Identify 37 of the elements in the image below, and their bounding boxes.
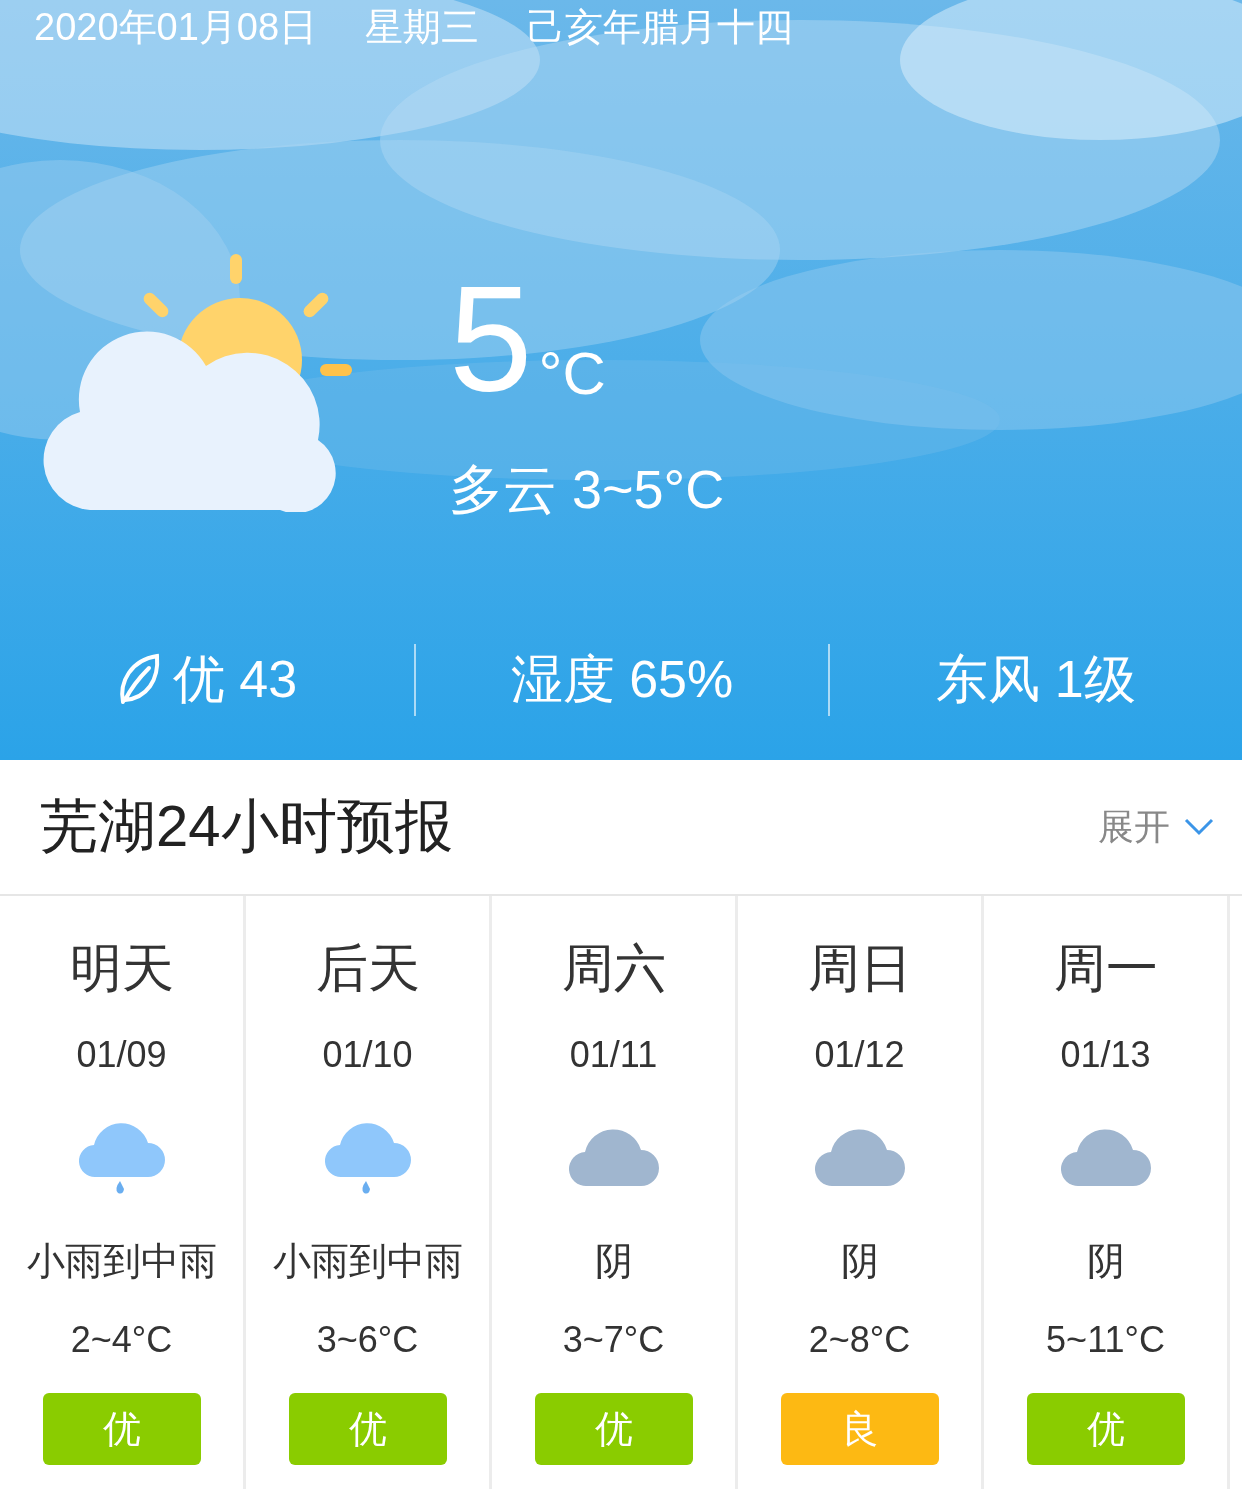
- day-label: 周六: [561, 938, 666, 998]
- day-date: 01/12: [814, 1034, 905, 1076]
- air-quality-badge: 优: [1026, 1393, 1185, 1465]
- day-label: 周日: [807, 938, 912, 998]
- air-quality-badge: 优: [534, 1393, 693, 1465]
- weather-summary: 多云 3~5°C: [449, 458, 725, 521]
- day-date: 01/11: [569, 1034, 658, 1076]
- weather-stat-text: 东风 1级: [936, 649, 1136, 710]
- date-text: 2020年01月08日: [34, 5, 318, 50]
- weather-condition: 小雨到中雨: [272, 1239, 463, 1284]
- chevron-down-icon: [1184, 818, 1214, 836]
- weather-condition: 小雨到中雨: [26, 1239, 217, 1284]
- day-date: 01/10: [322, 1034, 413, 1076]
- temperature-unit: °C: [538, 344, 606, 404]
- forecast-title: 芜湖24小时预报: [40, 792, 453, 860]
- air-quality-badge: 优: [42, 1393, 201, 1465]
- air-quality-badge: 优: [288, 1393, 447, 1465]
- temperature-range: 3~7°C: [562, 1319, 665, 1361]
- current-temperature: 5: [449, 274, 533, 404]
- temperature-range: 2~4°C: [70, 1319, 173, 1361]
- temperature-range: 5~11°C: [1046, 1319, 1165, 1361]
- temperature-range: 3~6°C: [316, 1319, 419, 1361]
- weather-condition: 阴: [1086, 1239, 1125, 1284]
- lunar-date-text: 己亥年腊月十四: [527, 5, 794, 50]
- weather-condition: 阴: [594, 1239, 633, 1284]
- day-label: 明天: [69, 938, 174, 998]
- day-date: 01/09: [76, 1034, 167, 1076]
- air-quality-badge: 良: [780, 1393, 939, 1465]
- temperature-range: 2~8°C: [808, 1319, 911, 1361]
- weather-stat-text: 湿度 65%: [510, 649, 734, 710]
- weekday-text: 星期三: [365, 5, 480, 50]
- day-label: 周一: [1053, 938, 1158, 998]
- day-date: 01/13: [1060, 1034, 1151, 1076]
- weather-condition: 阴: [840, 1239, 879, 1284]
- day-label: 后天: [315, 938, 420, 998]
- air-quality-text: 优 43: [172, 649, 298, 710]
- expand-button[interactable]: 展开: [1098, 802, 1214, 852]
